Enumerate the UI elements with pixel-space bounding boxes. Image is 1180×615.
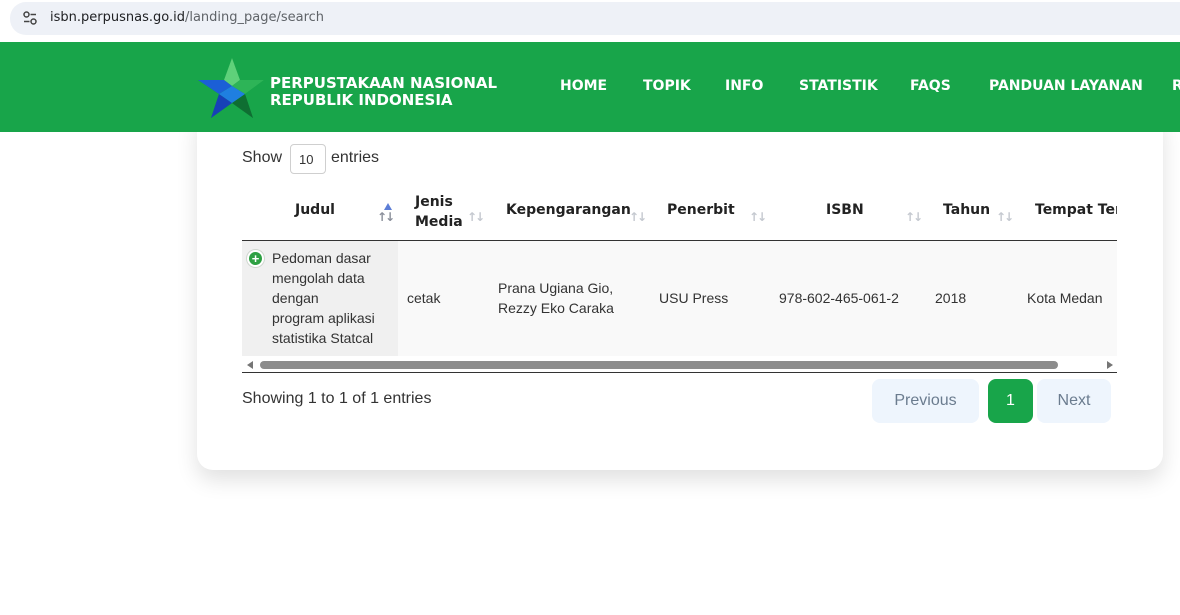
cell-jenis-media: cetak [407,290,441,306]
scroll-left-arrow-icon[interactable] [247,361,253,369]
table-info: Showing 1 to 1 of 1 entries [242,390,432,407]
site-settings-icon[interactable] [22,10,38,26]
column-header-tahun[interactable]: Tahun ↑↓ [923,182,1015,240]
brand-line-1: PERPUSTAKAAN NASIONAL [270,74,498,92]
cell-tahun: 2018 [935,290,967,306]
browser-address-bar: isbn.perpusnas.go.id/landing_page/search [0,0,1180,42]
brand-name[interactable]: PERPUSTAKAAN NASIONAL REPUBLIK INDONESIA [270,75,497,109]
sort-arrows-icon: ↑↓ [749,210,767,224]
cell-judul: Pedoman dasar mengolah data dengan progr… [272,248,375,348]
column-header-label: ISBN [826,202,864,218]
nav-panduan-layanan[interactable]: PANDUAN LAYANAN [989,78,1143,94]
column-header-label: Media [415,214,463,230]
url-text[interactable]: isbn.perpusnas.go.id/landing_page/search [50,10,324,25]
sort-arrows-icon: ↑↓ [996,210,1014,224]
previous-page-button[interactable]: Previous [872,379,979,423]
site-header: PERPUSTAKAAN NASIONAL REPUBLIK INDONESIA… [0,42,1180,132]
cell-kepengarangan: Prana Ugiana Gio, Rezzy Eko Caraka [498,278,614,318]
results-table: Judul ↑↓ Jenis Media ↑↓ Kepengarangan ↑↓… [242,182,1117,374]
cell-judul-line: Pedoman dasar [272,250,371,266]
column-header-label: Jenis [415,194,453,210]
column-header-tempat-terbit[interactable]: Tempat Terl [1015,182,1117,240]
cell-judul-line: mengolah data [272,270,365,286]
sort-ascending-icon [384,203,392,210]
entries-label: entries [331,149,380,166]
column-header-label: Judul [295,202,335,218]
column-header-label: Penerbit [667,202,735,218]
column-header-label: Tempat Terl [1035,202,1117,218]
scrollbar-thumb[interactable] [260,361,1058,369]
cell-isbn: 978-602-465-061-2 [779,290,899,306]
column-header-judul[interactable]: Judul ↑↓ [242,182,398,240]
show-label: Show [242,149,283,166]
cell-judul-line: dengan [272,290,319,306]
cell-judul-line: statistika Statcal [272,330,374,346]
column-header-jenis-media[interactable]: Jenis Media ↑↓ [398,182,486,240]
nav-topik[interactable]: TOPIK [643,78,691,94]
sort-arrows-icon: ↑↓ [905,210,923,224]
cell-penerbit: USU Press [659,290,729,306]
cell-tempat-terbit: Kota Medan [1027,290,1103,306]
sort-arrows-icon: ↑↓ [377,210,395,224]
sort-arrows-icon: ↑↓ [629,210,647,224]
brand-line-2: REPUBLIK INDONESIA [270,91,453,109]
cell-judul-line: program aplikasi [272,310,375,326]
cell-author-line: Prana Ugiana Gio, [498,280,614,296]
table-footer-divider [242,372,1117,373]
perpusnas-star-logo-icon[interactable] [196,56,266,120]
column-header-penerbit[interactable]: Penerbit ↑↓ [647,182,767,240]
table-row[interactable]: + Pedoman dasar mengolah data dengan pro… [242,241,1117,356]
nav-home[interactable]: HOME [560,78,607,94]
column-header-isbn[interactable]: ISBN ↑↓ [767,182,923,240]
entries-per-page-select[interactable]: 10 [290,144,326,174]
scroll-right-arrow-icon[interactable] [1107,361,1113,369]
url-path: /landing_page/search [184,10,325,25]
nav-faqs[interactable]: FAQS [910,78,951,94]
column-header-label: Tahun [943,202,991,218]
nav-info[interactable]: INFO [725,78,763,94]
nav-item-truncated[interactable]: R [1172,78,1180,94]
column-header-kepengarangan[interactable]: Kepengarangan ↑↓ [486,182,647,240]
nav-statistik[interactable]: STATISTIK [799,78,878,94]
cell-author-line: Rezzy Eko Caraka [498,300,614,316]
column-header-label: Kepengarangan [506,202,631,218]
horizontal-scrollbar[interactable] [242,358,1117,372]
url-host: isbn.perpusnas.go.id [50,10,185,25]
page-1-button[interactable]: 1 [988,379,1033,423]
next-page-button[interactable]: Next [1037,379,1111,423]
sort-arrows-icon: ↑↓ [467,210,485,224]
expand-row-plus-icon[interactable]: + [247,250,264,267]
